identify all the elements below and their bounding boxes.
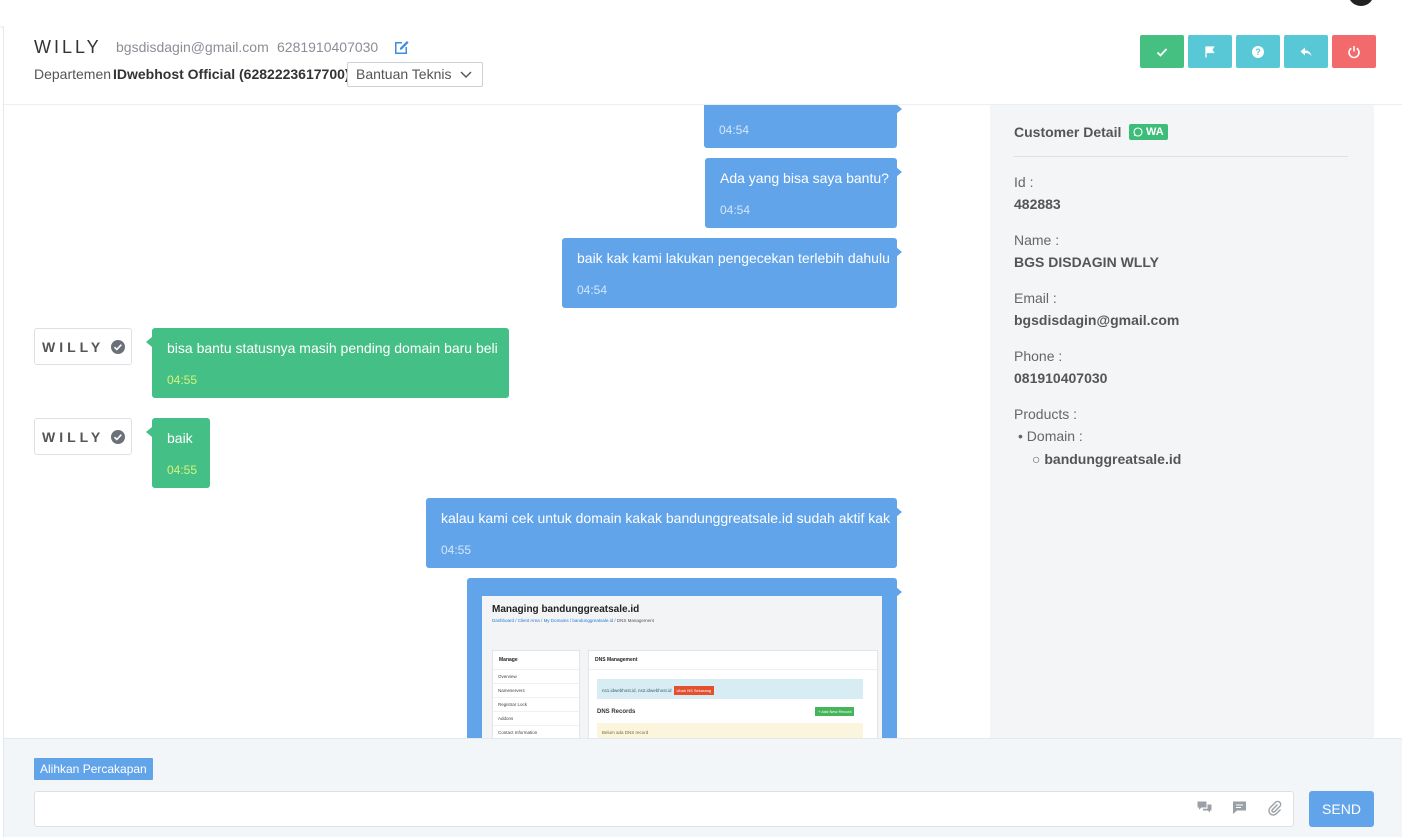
department-label: Departemen <box>34 66 112 82</box>
shot-side-item: Overview <box>493 670 579 684</box>
shot-sidebar: Manage Overview Nameservers Registrar Lo… <box>492 650 580 738</box>
message-time: 04:54 <box>720 203 751 217</box>
power-icon <box>1348 45 1360 58</box>
shot-add-record: + Add New Record <box>815 707 855 716</box>
message-incoming: baik 04:55 <box>146 418 210 488</box>
shot-dns-records: DNS Records <box>597 709 636 715</box>
shot-main-panel: DNS Management ns1.idwebhost.id, ns2.idw… <box>588 650 878 738</box>
message-time: 04:55 <box>167 373 198 387</box>
shot-breadcrumb: Dashboard / Client Area / My Domains / b… <box>492 618 654 623</box>
contact-phone: 6281910407030 <box>277 39 379 55</box>
flag-icon <box>1205 45 1215 57</box>
verified-check-icon <box>111 340 125 354</box>
message-text: bisa bantu statusnya masih pending domai… <box>167 340 498 356</box>
end-chat-button[interactable] <box>1332 35 1376 68</box>
phone-label: Phone : <box>1014 348 1063 364</box>
shot-side-item: Nameservers <box>493 684 579 698</box>
message-time: 04:55 <box>167 463 198 477</box>
flag-button[interactable] <box>1188 35 1232 68</box>
message-time: 04:54 <box>577 283 608 297</box>
message-text: baik kak kami lakukan pengecekan terlebi… <box>577 250 890 266</box>
message-text: kalau kami cek untuk domain kakak bandun… <box>441 510 891 526</box>
shot-empty-notice: Belum ada DNS record <box>597 723 863 738</box>
whatsapp-icon <box>1133 127 1143 137</box>
message-outgoing: baik kak kami lakukan pengecekan terlebi… <box>562 238 902 308</box>
customer-detail-title: Customer Detail <box>1014 124 1122 140</box>
message-incoming: bisa bantu statusnya masih pending domai… <box>146 328 509 398</box>
chat-actions: ? <box>1140 35 1376 68</box>
composer-tools <box>1196 799 1283 816</box>
sender-name: WILLY <box>42 429 105 445</box>
user-avatar[interactable] <box>1348 0 1374 6</box>
whatsapp-badge: WA <box>1129 124 1168 140</box>
customer-detail-panel: Customer Detail WA Id : 482883 Name : BG… <box>990 105 1374 738</box>
id-label: Id : <box>1014 174 1034 190</box>
shot-nameservers: ns1.idwebhost.id, ns2.idwebhost.id Ubah N… <box>597 679 863 699</box>
message-time: 04:55 <box>441 543 472 557</box>
help-icon: ? <box>1252 45 1264 58</box>
image-message[interactable]: Managing bandunggreatsale.id Dashboard /… <box>467 578 902 738</box>
message-text: Ada yang bisa saya bantu? <box>720 170 889 186</box>
email-value: bgsdisdagin@gmail.com <box>1014 312 1180 328</box>
shot-side-item: Contact Information <box>493 726 579 738</box>
top-bar <box>0 0 1402 26</box>
redirect-conversation-button[interactable]: Alihkan Percakapan <box>34 758 153 780</box>
products-label: Products : <box>1014 406 1078 422</box>
verified-check-icon <box>111 430 125 444</box>
message-outgoing: kalau kami cek untuk domain kakak bandun… <box>426 498 902 568</box>
resolve-button[interactable] <box>1140 35 1184 68</box>
chevron-down-icon <box>460 71 472 78</box>
shot-side-head: Manage <box>493 651 579 670</box>
product-type-item: • Domain : <box>1018 428 1083 444</box>
message-outgoing: Ada yang bisa saya bantu? 04:54 <box>705 158 902 228</box>
message-time: 04:54 <box>719 123 750 137</box>
edit-icon[interactable] <box>393 38 411 56</box>
message-input[interactable] <box>34 791 1294 827</box>
shot-side-item: Addons <box>493 712 579 726</box>
template-message-icon[interactable] <box>1231 799 1248 816</box>
reply-icon <box>1300 47 1312 56</box>
divider <box>1014 156 1348 157</box>
send-button[interactable]: SEND <box>1309 791 1374 827</box>
check-icon <box>1156 47 1168 57</box>
paperclip-icon[interactable] <box>1266 799 1283 816</box>
sender-tag: WILLY <box>34 328 132 365</box>
sender-name: WILLY <box>42 339 105 355</box>
topic-select-value: Bantuan Teknis <box>356 66 452 82</box>
composer: Alihkan Percakapan SEND <box>4 738 1402 837</box>
screenshot-attachment[interactable]: Managing bandunggreatsale.id Dashboard /… <box>482 596 882 738</box>
email-label: Email : <box>1014 290 1057 306</box>
id-value: 482883 <box>1014 196 1061 212</box>
chat-window: WILLY bgsdisdagin@gmail.com 628191040703… <box>3 26 1402 837</box>
name-value: BGS DISDAGIN WLLY <box>1014 254 1159 270</box>
shot-title: Managing bandunggreatsale.id <box>492 604 640 615</box>
sender-tag: WILLY <box>34 418 132 455</box>
contact-name: WILLY <box>34 37 102 57</box>
shot-side-item: Registrar Lock <box>493 698 579 712</box>
reply-button[interactable] <box>1284 35 1328 68</box>
phone-value: 081910407030 <box>1014 370 1108 386</box>
chat-header: WILLY bgsdisdagin@gmail.com 628191040703… <box>4 26 1402 105</box>
department-name: IDwebhost Official (6282223617700) <box>113 66 350 82</box>
message-outgoing: 04:54 <box>704 105 902 148</box>
svg-text:?: ? <box>1255 47 1261 57</box>
shot-main-head: DNS Management <box>589 651 877 670</box>
help-button[interactable]: ? <box>1236 35 1280 68</box>
name-label: Name : <box>1014 232 1060 248</box>
quick-reply-icon[interactable] <box>1196 799 1213 816</box>
message-list[interactable]: 04:54 Ada yang bisa saya bantu? 04:54 ba… <box>4 105 990 738</box>
message-text: baik <box>167 430 193 446</box>
topic-select[interactable]: Bantuan Teknis <box>347 62 483 87</box>
contact-email: bgsdisdagin@gmail.com <box>116 39 269 55</box>
product-name-item: ○ bandunggreatsale.id <box>1032 451 1182 467</box>
